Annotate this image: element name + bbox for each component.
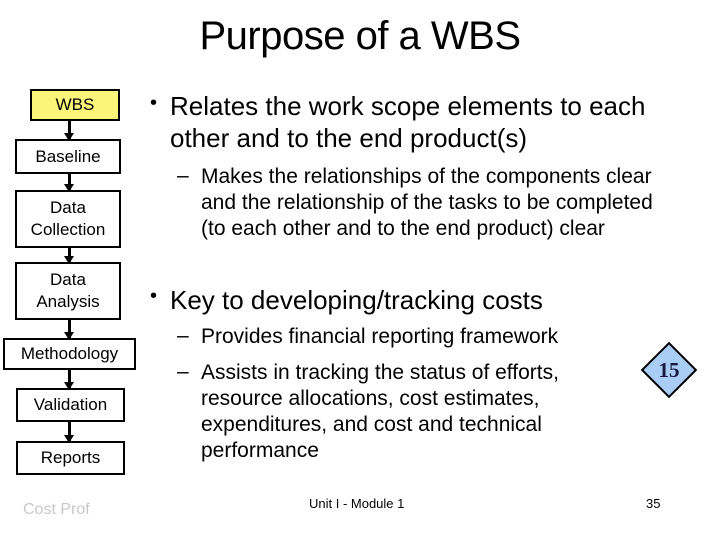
flow-step-validation: Validation [16, 388, 125, 422]
flow-step-methodology: Methodology [3, 338, 136, 370]
sub-bullet-dash-icon: – [177, 164, 189, 187]
flow-arrow-icon [64, 370, 74, 390]
flow-arrow-icon [64, 121, 74, 141]
flow-step-data-analysis: Data Analysis [15, 262, 121, 320]
process-flowchart: WBS Baseline Data Collection Data Analys… [0, 0, 160, 480]
sub-bullet-dash-icon: – [177, 360, 189, 383]
footer-module: Unit I - Module 1 [309, 496, 405, 511]
diamond-badge: 15 [640, 341, 698, 399]
flow-step-label: Data Analysis [36, 270, 100, 311]
flow-arrow-icon [64, 320, 74, 340]
flow-step-label: Data Collection [30, 198, 106, 239]
flow-step-wbs: WBS [30, 89, 120, 121]
flow-step-baseline: Baseline [15, 139, 121, 174]
flow-step-data-collection: Data Collection [15, 190, 121, 248]
flow-step-label: Reports [40, 448, 101, 467]
page-number: 35 [646, 496, 661, 511]
footer-watermark: Cost Prof [23, 501, 90, 518]
sub-bullet-dash-icon: – [177, 324, 189, 347]
sub-bullet-text: Provides financial reporting framework [201, 325, 559, 348]
sub-bullet-text: Assists in tracking the status of effort… [201, 361, 559, 462]
flow-step-label: Methodology [20, 344, 119, 363]
flow-arrow-icon [64, 174, 74, 192]
badge-number: 15 [658, 357, 680, 382]
sub-bullet-text: Makes the relationships of the component… [201, 165, 653, 240]
flow-arrow-icon [64, 422, 74, 443]
flow-step-label: WBS [55, 95, 95, 114]
flow-step-label: Baseline [35, 146, 101, 166]
bullet-dot-icon: • [150, 285, 158, 307]
bullet-text: Relates the work scope elements to each … [170, 91, 646, 153]
bullet-text: Key to developing/tracking costs [170, 285, 543, 315]
bullet-dot-icon: • [150, 92, 158, 114]
flow-step-label: Validation [33, 395, 108, 414]
flow-step-reports: Reports [16, 441, 125, 475]
flow-arrow-icon [64, 248, 74, 264]
